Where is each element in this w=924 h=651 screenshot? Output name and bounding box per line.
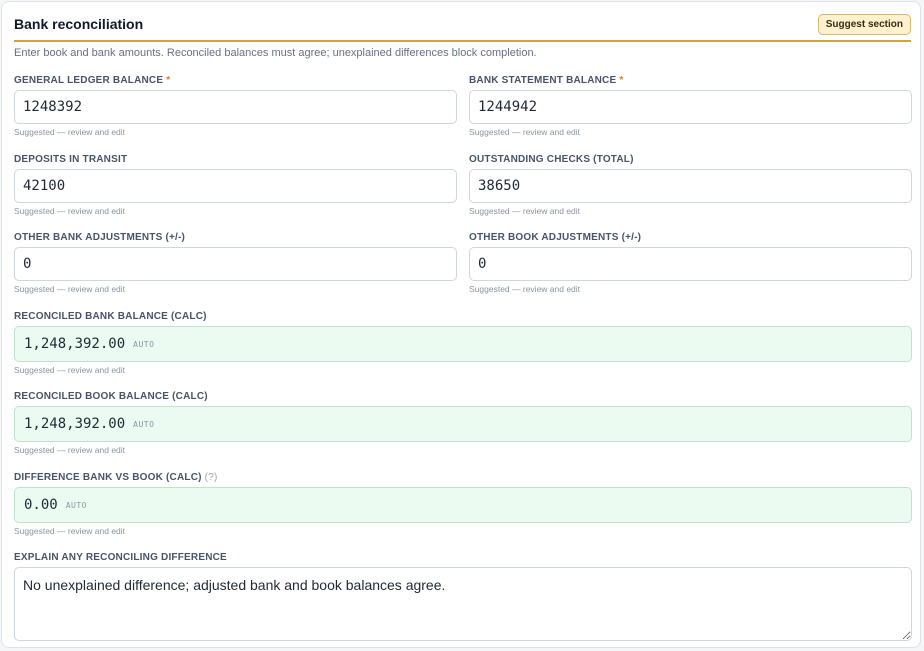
- deposits-in-transit-input[interactable]: [14, 169, 457, 203]
- reconciled-bank-balance-label: RECONCILED BANK BALANCE (CALC): [14, 311, 207, 322]
- outstanding-checks-label: OUTSTANDING CHECKS (TOTAL): [469, 154, 634, 165]
- auto-badge: AUTO: [133, 339, 155, 349]
- bank-balance-input[interactable]: [469, 90, 912, 124]
- reconciled-book-balance-label: RECONCILED BOOK BALANCE (CALC): [14, 391, 208, 402]
- reconciled-book-balance-field: 1,248,392.00 AUTO: [14, 406, 912, 442]
- difference-label-text: DIFFERENCE BANK VS BOOK (CALC): [14, 472, 202, 483]
- difference-value: 0.00: [24, 497, 58, 513]
- explanation-label: EXPLAIN ANY RECONCILING DIFFERENCE: [14, 552, 227, 563]
- other-bank-adjustments-label: OTHER BANK ADJUSTMENTS (+/-): [14, 232, 186, 243]
- bank-balance-hint: Suggested — review and edit: [469, 127, 581, 137]
- difference-label: DIFFERENCE BANK VS BOOK (CALC) (?): [14, 472, 218, 483]
- section-header: Bank reconciliation Suggest section: [14, 14, 911, 42]
- difference-field: 0.00 AUTO: [14, 487, 912, 523]
- other-book-adjustments-label: OTHER BOOK ADJUSTMENTS (+/-): [469, 232, 642, 243]
- section-title: Bank reconciliation: [14, 16, 144, 32]
- bank-balance-label-text: BANK STATEMENT BALANCE: [469, 75, 617, 86]
- bank-balance-label: BANK STATEMENT BALANCE *: [469, 75, 623, 86]
- reconciled-bank-balance-hint: Suggested — review and edit: [14, 365, 126, 375]
- required-marker: *: [619, 75, 624, 86]
- other-book-adjustments-input[interactable]: [469, 247, 912, 281]
- other-bank-adjustments-hint: Suggested — review and edit: [14, 284, 126, 294]
- auto-badge: AUTO: [133, 419, 155, 429]
- reconciled-bank-balance-field: 1,248,392.00 AUTO: [14, 326, 912, 362]
- other-bank-adjustments-input[interactable]: [14, 247, 457, 281]
- required-marker: *: [166, 75, 171, 86]
- gl-balance-label-text: GENERAL LEDGER BALANCE: [14, 75, 164, 86]
- reconciled-book-balance-value: 1,248,392.00: [24, 416, 126, 432]
- section-description: Enter book and bank amounts. Reconciled …: [14, 47, 537, 59]
- gl-balance-input[interactable]: [14, 90, 457, 124]
- bank-reconciliation-panel: Bank reconciliation Suggest section Ente…: [1, 1, 921, 648]
- other-book-adjustments-hint: Suggested — review and edit: [469, 284, 581, 294]
- explanation-textarea[interactable]: No unexplained difference; adjusted bank…: [14, 567, 912, 641]
- reconciled-book-balance-hint: Suggested — review and edit: [14, 445, 126, 455]
- auto-badge: AUTO: [65, 500, 87, 510]
- outstanding-checks-hint: Suggested — review and edit: [469, 206, 581, 216]
- gl-balance-label: GENERAL LEDGER BALANCE *: [14, 75, 170, 86]
- deposits-in-transit-hint: Suggested — review and edit: [14, 206, 126, 216]
- outstanding-checks-input[interactable]: [469, 169, 912, 203]
- gl-balance-hint: Suggested — review and edit: [14, 127, 126, 137]
- reconciled-bank-balance-value: 1,248,392.00: [24, 336, 126, 352]
- suggest-section-button[interactable]: Suggest section: [817, 14, 911, 35]
- difference-hint: Suggested — review and edit: [14, 526, 126, 536]
- help-icon[interactable]: (?): [205, 472, 218, 483]
- deposits-in-transit-label: DEPOSITS IN TRANSIT: [14, 154, 128, 165]
